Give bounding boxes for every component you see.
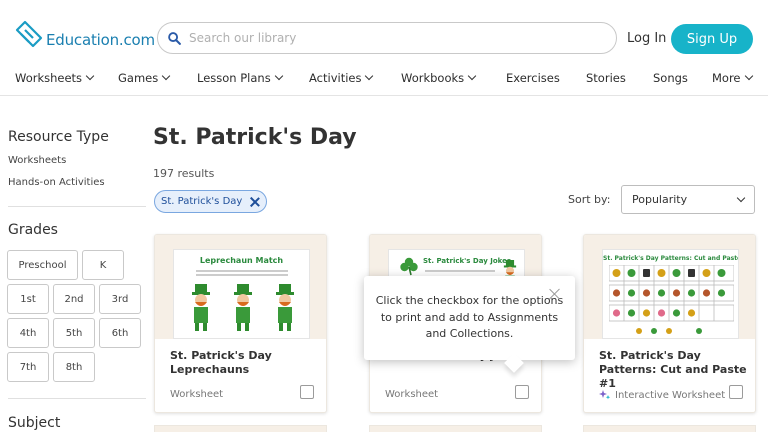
main-nav: Worksheets Games Lesson Plans Activities… xyxy=(0,68,768,90)
leprechaun-icon xyxy=(234,284,252,331)
chevron-down-icon xyxy=(274,71,283,81)
nav-worksheets[interactable]: Worksheets xyxy=(15,71,95,85)
card-type: Interactive Worksheet xyxy=(599,389,725,401)
pattern-grid xyxy=(609,265,734,334)
card-type-label: Worksheet xyxy=(385,389,439,400)
worksheet-preview: St. Patrick's Day Patterns: Cut and Past… xyxy=(602,249,739,339)
chevron-down-icon xyxy=(365,71,374,81)
tooltip-text: Click the checkbox for the options to pr… xyxy=(375,294,564,340)
sort-label: Sort by: xyxy=(568,193,611,206)
grade-1st[interactable]: 1st xyxy=(7,284,49,314)
leprechaun-icon xyxy=(192,284,210,331)
nav-label: Lesson Plans xyxy=(197,71,271,85)
card-type-label: Interactive Worksheet xyxy=(615,389,726,401)
checkbox-tooltip: Click the checkbox for the options to pr… xyxy=(364,276,575,373)
resource-card[interactable] xyxy=(369,425,542,432)
search-input[interactable] xyxy=(189,31,589,45)
signup-button[interactable]: Sign Up xyxy=(671,24,753,54)
nav-activities[interactable]: Activities xyxy=(309,71,374,85)
thumb-heading: Leprechaun Match xyxy=(199,256,284,265)
card-checkbox[interactable] xyxy=(515,385,529,399)
leprechaun-icon xyxy=(276,284,294,331)
chevron-down-icon xyxy=(744,71,753,81)
filter-chip-label: St. Patrick's Day xyxy=(161,196,243,207)
grade-5th[interactable]: 5th xyxy=(53,318,95,348)
nav-games[interactable]: Games xyxy=(118,71,171,85)
sparkle-icon xyxy=(599,390,611,400)
chevron-down-icon xyxy=(736,193,746,203)
grade-preschool[interactable]: Preschool xyxy=(7,250,78,280)
nav-songs[interactable]: Songs xyxy=(653,71,688,85)
shamrock-icon xyxy=(400,257,418,276)
nav-exercises[interactable]: Exercises xyxy=(506,71,560,85)
grade-8th[interactable]: 8th xyxy=(53,352,95,382)
resource-type-heading: Resource Type xyxy=(8,129,109,145)
card-thumbnail[interactable]: Leprechaun Match xyxy=(155,235,326,339)
card-title[interactable]: St. Patrick's Day Patterns: Cut and Past… xyxy=(599,349,749,391)
subject-heading: Subject xyxy=(8,415,61,431)
resource-card[interactable] xyxy=(583,425,756,432)
divider xyxy=(8,206,146,207)
card-type-label: Worksheet xyxy=(170,389,224,400)
nav-label: Stories xyxy=(586,71,626,85)
nav-workbooks[interactable]: Workbooks xyxy=(401,71,477,85)
nav-label: Exercises xyxy=(506,71,560,85)
nav-label: Workbooks xyxy=(401,71,465,85)
nav-stories[interactable]: Stories xyxy=(586,71,626,85)
filter-sidebar: Resource Type Worksheets Hands-on Activi… xyxy=(0,96,148,432)
grade-6th[interactable]: 6th xyxy=(99,318,141,348)
card-checkbox[interactable] xyxy=(729,385,743,399)
worksheet-preview: Leprechaun Match xyxy=(173,249,310,339)
logo[interactable]: Education.com xyxy=(14,20,155,50)
nav-label: Activities xyxy=(309,71,362,85)
chevron-down-icon xyxy=(85,71,95,81)
card-thumbnail[interactable]: St. Patrick's Day Patterns: Cut and Past… xyxy=(584,235,755,339)
thumb-heading: St. Patrick's Day Patterns: Cut and Past… xyxy=(603,255,739,262)
sort-value: Popularity xyxy=(632,193,688,206)
resource-card[interactable]: Leprechaun Match St. Patrick's Day Lepre… xyxy=(154,234,327,413)
grade-4th[interactable]: 4th xyxy=(7,318,49,348)
nav-label: Worksheets xyxy=(15,71,83,85)
nav-more[interactable]: More xyxy=(712,71,753,85)
page-title: St. Patrick's Day xyxy=(153,125,357,150)
nav-lesson-plans[interactable]: Lesson Plans xyxy=(197,71,283,85)
nav-label: Songs xyxy=(653,71,688,85)
close-icon[interactable] xyxy=(250,197,260,207)
resource-card[interactable] xyxy=(154,425,327,432)
thumb-text-lines xyxy=(196,270,288,272)
search-bar[interactable] xyxy=(157,22,617,54)
search-icon xyxy=(168,31,181,45)
filter-hands-on-activities[interactable]: Hands-on Activities xyxy=(8,177,105,188)
grade-3rd[interactable]: 3rd xyxy=(99,284,141,314)
nav-label: More xyxy=(712,71,741,85)
logo-text: Education.com xyxy=(46,31,155,49)
card-type: Worksheet xyxy=(385,389,438,400)
filter-worksheets[interactable]: Worksheets xyxy=(8,155,66,166)
card-type: Worksheet xyxy=(170,389,223,400)
grade-7th[interactable]: 7th xyxy=(7,352,49,382)
resource-card[interactable]: St. Patrick's Day Patterns: Cut and Past… xyxy=(583,234,756,413)
sort-select[interactable]: Popularity xyxy=(621,185,755,214)
divider xyxy=(8,398,146,399)
close-icon[interactable] xyxy=(549,288,561,300)
chevron-down-icon xyxy=(467,71,477,81)
nav-label: Games xyxy=(118,71,159,85)
grades-heading: Grades xyxy=(8,222,58,238)
site-header: Education.com Log In Sign Up Worksheets … xyxy=(0,0,768,96)
chevron-down-icon xyxy=(161,71,171,81)
thumb-heading: St. Patrick's Day Jokes xyxy=(423,257,512,265)
logo-icon xyxy=(15,20,43,48)
grade-2nd[interactable]: 2nd xyxy=(53,284,95,314)
card-title[interactable]: St. Patrick's Day Leprechauns xyxy=(170,349,320,377)
results-count: 197 results xyxy=(153,167,215,180)
card-checkbox[interactable] xyxy=(300,385,314,399)
thumb-text-lines xyxy=(425,270,495,272)
login-link[interactable]: Log In xyxy=(627,31,666,46)
grade-k[interactable]: K xyxy=(82,250,124,280)
filter-chip[interactable]: St. Patrick's Day xyxy=(154,190,268,213)
